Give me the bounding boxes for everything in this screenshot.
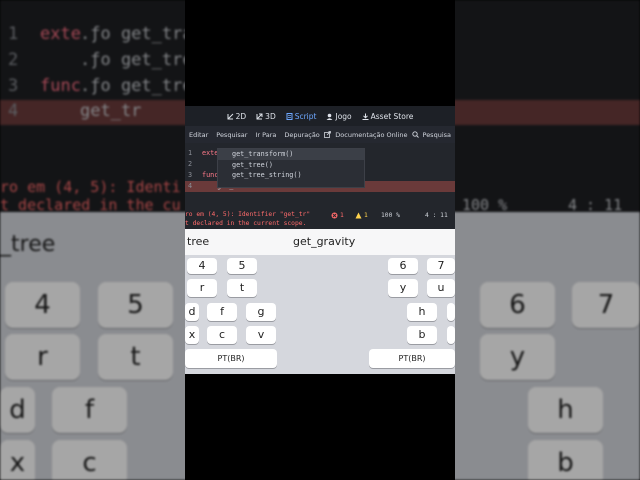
key-r[interactable]: r xyxy=(187,279,217,297)
tab-script[interactable]: Script xyxy=(286,111,317,121)
key-partial[interactable] xyxy=(447,326,455,344)
editor-status-bar: ro em (4, 5): Identifier "get_tr" t decl… xyxy=(185,209,455,229)
key-b[interactable]: b xyxy=(407,326,437,344)
key-d[interactable]: d xyxy=(185,303,199,321)
script-menu-bar: Editar Pesquisar Ir Para Depuração Docum… xyxy=(185,126,455,143)
autocomplete-item[interactable]: get_tree() xyxy=(218,160,364,171)
warning-count-value: 1 xyxy=(364,212,368,219)
key-c[interactable]: c xyxy=(207,326,237,344)
line-number: 4 xyxy=(188,182,193,190)
script-icon xyxy=(286,112,293,120)
menu-editar[interactable]: Editar xyxy=(185,131,212,139)
screen-bottom-area xyxy=(185,374,455,480)
autocomplete-item-text: get_tree() xyxy=(232,160,273,169)
key-t[interactable]: t xyxy=(227,279,257,297)
tab-label: Jogo xyxy=(335,111,352,121)
key-5[interactable]: 5 xyxy=(227,258,257,274)
key-y[interactable]: y xyxy=(388,279,418,297)
on-screen-keyboard: tree get_gravity 4 5 6 7 r t y u d f g h… xyxy=(185,229,455,374)
game-icon xyxy=(326,113,333,120)
line-number: 1 xyxy=(188,149,193,157)
error-count[interactable]: 1 xyxy=(331,212,344,219)
key-f[interactable]: f xyxy=(207,303,237,321)
tab-label: Script xyxy=(294,111,317,121)
zoom-level[interactable]: 100 % xyxy=(381,212,400,219)
viewport-area xyxy=(185,0,455,106)
cursor-position: 4 : 11 xyxy=(425,212,448,219)
online-docs-link[interactable]: Documentação Online xyxy=(331,131,411,139)
key-u[interactable]: u xyxy=(427,279,455,297)
key-4[interactable]: 4 xyxy=(187,258,217,274)
tab-asset-store[interactable]: Asset Store xyxy=(362,111,414,121)
autocomplete-item[interactable]: get_tree_string() xyxy=(218,170,364,181)
keyword: func xyxy=(202,171,219,179)
external-link-icon xyxy=(324,131,332,138)
autocomplete-popup: get_transform() get_tree() get_tree_stri… xyxy=(217,148,365,188)
autocomplete-item[interactable]: get_transform() xyxy=(218,149,364,160)
key-7[interactable]: 7 xyxy=(427,258,455,274)
warning-count[interactable]: 1 xyxy=(355,212,368,219)
help-search-icon xyxy=(411,131,419,138)
3d-icon xyxy=(256,113,263,119)
asset-store-icon xyxy=(362,113,369,120)
warning-icon xyxy=(355,212,362,219)
search-help-link[interactable]: Pesquisa xyxy=(419,131,456,139)
menu-pesquisar[interactable]: Pesquisar xyxy=(212,131,251,139)
language-switch-key[interactable]: PT(BR) xyxy=(369,349,455,368)
key-v[interactable]: v xyxy=(246,326,276,344)
autocomplete-item-text: get_transform() xyxy=(232,150,294,158)
error-message: ro em (4, 5): Identifier "get_tr" xyxy=(185,211,311,218)
tab-2d[interactable]: 2D xyxy=(227,111,247,121)
line-number: 2 xyxy=(188,160,193,168)
error-message: t declared in the current scope. xyxy=(185,220,307,227)
suggestion-item[interactable]: tree xyxy=(187,235,209,248)
menu-depuracao[interactable]: Depuração xyxy=(280,131,323,139)
main-toolbar: 2D 3D Script Jogo Asset Store xyxy=(185,106,455,126)
suggestion-item[interactable]: get_gravity xyxy=(293,235,355,248)
tab-3d[interactable]: 3D xyxy=(256,112,276,121)
line-number: 3 xyxy=(188,171,193,179)
error-count-value: 1 xyxy=(340,212,344,219)
autocomplete-item-text: get_tree_string() xyxy=(232,171,302,179)
phone-screen: 2D 3D Script Jogo Asset Store Editar Pes… xyxy=(185,0,455,480)
key-6[interactable]: 6 xyxy=(388,258,418,274)
keyword: exte xyxy=(202,149,219,157)
2d-icon xyxy=(227,113,233,119)
key-h[interactable]: h xyxy=(407,303,437,321)
error-icon xyxy=(331,212,338,219)
tab-game[interactable]: Jogo xyxy=(326,111,352,121)
tab-label: Asset Store xyxy=(370,111,414,121)
key-x[interactable]: x xyxy=(185,326,199,344)
key-g[interactable]: g xyxy=(246,303,276,321)
menu-ir-para[interactable]: Ir Para xyxy=(251,131,280,139)
tab-label: 2D xyxy=(235,111,247,121)
language-switch-key[interactable]: PT(BR) xyxy=(185,349,277,368)
key-partial[interactable] xyxy=(447,303,455,321)
suggestion-bar: tree get_gravity xyxy=(185,229,455,255)
tab-label: 3D xyxy=(265,111,276,121)
